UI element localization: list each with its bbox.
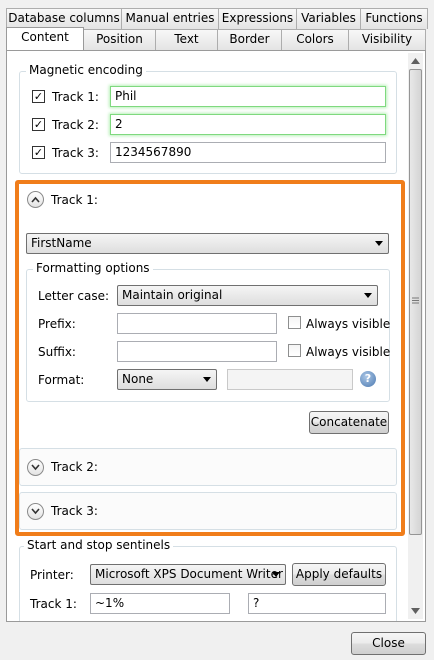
track2-input[interactable]: 2 [110,114,386,135]
scroll-up-arrow-icon[interactable] [411,58,420,64]
tab-visibility[interactable]: Visibility [349,29,426,50]
sentinels-group: Start and stop sentinels Printer: Micros… [19,538,397,621]
tab-colors[interactable]: Colors [282,29,349,50]
tab-expressions[interactable]: Expressions [219,8,297,29]
track2-label: Track 2: [52,118,99,132]
tab-manual-entries[interactable]: Manual entries [122,8,219,29]
printer-combo[interactable]: Microsoft XPS Document Writer [90,564,286,585]
printer-value: Microsoft XPS Document Writer [95,567,283,581]
scroll-thumb[interactable] [409,69,422,535]
grip-icon [412,297,419,304]
highlight-frame [15,180,405,536]
content-panel: Magnetic encoding ✓ Track 1: Phil ✓ Trac… [6,50,426,622]
tab-row-top: Database columns Manual entries Expressi… [6,8,428,29]
track1-input[interactable]: Phil [110,86,386,107]
tab-position[interactable]: Position [84,29,156,50]
dropdown-arrow-icon [272,572,280,577]
sentinel-track1-start-input[interactable]: ~1% [90,593,230,614]
track3-label: Track 3: [52,146,99,160]
sentinel-track1-label: Track 1: [30,597,77,611]
apply-defaults-button[interactable]: Apply defaults [292,563,386,586]
tab-variables[interactable]: Variables [297,8,361,29]
tab-border[interactable]: Border [218,29,282,50]
sentinels-title: Start and stop sentinels [24,538,174,552]
magnetic-encoding-title: Magnetic encoding [26,63,146,77]
track1-checkbox[interactable]: ✓ [32,90,45,103]
sentinel-track1-stop-input[interactable]: ? [248,593,386,614]
printer-label: Printer: [30,568,74,582]
tab-row-bottom: Content Position Text Border Colors Visi… [6,27,426,50]
tab-database-columns[interactable]: Database columns [6,8,122,29]
tab-functions[interactable]: Functions [361,8,428,29]
tab-content[interactable]: Content [6,27,84,50]
track2-checkbox[interactable]: ✓ [32,118,45,131]
vertical-scrollbar[interactable] [408,53,423,619]
scroll-down-arrow-icon[interactable] [411,608,420,614]
magnetic-encoding-group: Magnetic encoding ✓ Track 1: Phil ✓ Trac… [19,63,397,174]
tab-text[interactable]: Text [156,29,218,50]
track3-input[interactable]: 1234567890 [110,142,386,163]
close-button[interactable]: Close [351,632,426,655]
track1-label: Track 1: [52,90,99,104]
track3-checkbox[interactable]: ✓ [32,146,45,159]
